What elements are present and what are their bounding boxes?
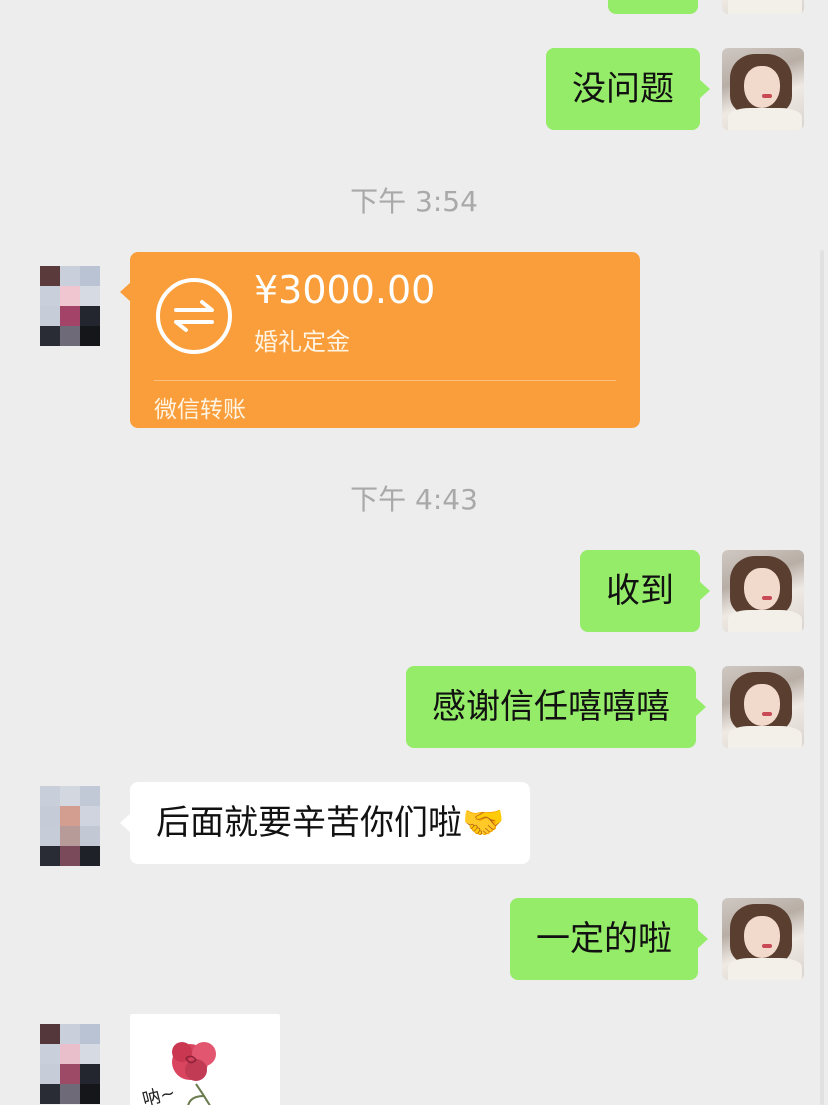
- transfer-label: 微信转账: [154, 397, 246, 423]
- self-avatar[interactable]: [722, 48, 804, 130]
- contact-avatar[interactable]: [24, 786, 114, 868]
- self-avatar[interactable]: [722, 666, 804, 748]
- message-bubble-self[interactable]: 一定的啦: [510, 898, 708, 980]
- transfer-card[interactable]: ¥3000.00 婚礼定金 微信转账: [120, 252, 640, 428]
- message-bubble-self[interactable]: 收到: [580, 550, 710, 632]
- message-bubble-self[interactable]: 没问题: [546, 48, 710, 130]
- contact-avatar[interactable]: [24, 1024, 114, 1105]
- message-bubble-contact[interactable]: 后面就要辛苦你们啦🤝: [119, 782, 531, 864]
- self-avatar[interactable]: [722, 898, 804, 980]
- message-timestamp: 下午 3:54: [350, 185, 478, 218]
- chat-view[interactable]: 没问题 下午 3:54 ¥3000.00 婚礼定金 微信转账 下午 4:43 收…: [0, 0, 828, 1105]
- transfer-arrows-icon: [156, 278, 232, 354]
- self-avatar[interactable]: [722, 550, 804, 632]
- rose-sticker[interactable]: 呐~: [130, 1014, 280, 1105]
- self-avatar[interactable]: [722, 0, 804, 14]
- message-timestamp: 下午 4:43: [350, 483, 478, 516]
- transfer-amount: ¥3000.00: [254, 268, 436, 312]
- message-bubble-partial[interactable]: [608, 0, 698, 14]
- scrollbar[interactable]: [820, 250, 824, 1105]
- message-bubble-self[interactable]: 感谢信任嘻嘻嘻: [406, 666, 706, 748]
- transfer-note: 婚礼定金: [254, 328, 350, 356]
- divider: [154, 380, 616, 381]
- contact-avatar[interactable]: [24, 264, 114, 346]
